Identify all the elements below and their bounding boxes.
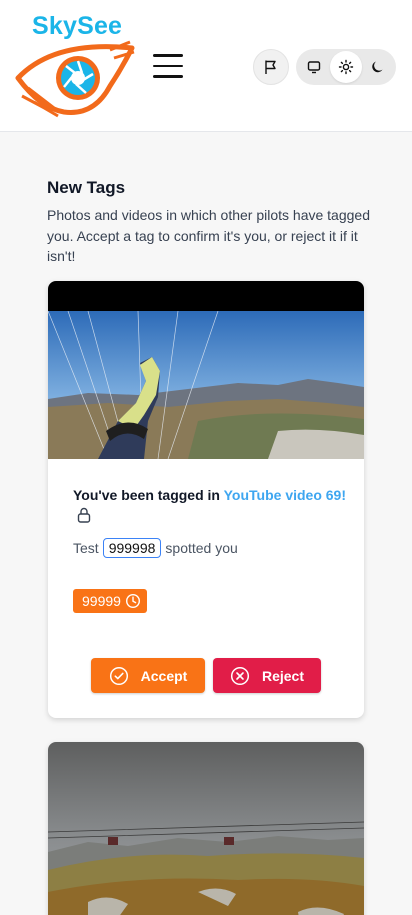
system-theme-button[interactable] (298, 51, 330, 83)
accept-button[interactable]: Accept (91, 658, 205, 693)
eye-aperture-icon (15, 40, 135, 118)
timestamp-badge: 99999 (73, 589, 147, 613)
light-theme-button[interactable] (330, 51, 362, 83)
monitor-icon (307, 61, 321, 74)
page-title: New Tags (47, 178, 126, 197)
skysee-logo[interactable]: SkySee (14, 12, 136, 118)
menu-line (153, 64, 183, 67)
report-flag-button[interactable] (253, 49, 289, 85)
reject-label: Reject (261, 667, 305, 684)
video-link[interactable]: YouTube video 69! (224, 487, 346, 503)
menu-line (153, 54, 183, 57)
spotter-id-field[interactable]: 999998 (102, 538, 162, 558)
tag-title-prefix: You've been tagged in (73, 487, 224, 503)
moon-icon (372, 61, 383, 73)
menu-line (153, 75, 183, 78)
video-header-bar (48, 281, 364, 311)
tag-card: You've been tagged in YouTube video 69! … (48, 281, 364, 718)
spotted-line: Test 999998 spotted you (73, 538, 238, 558)
accept-label: Accept (140, 667, 188, 684)
menu-button[interactable] (152, 54, 186, 78)
spotter-name: Test (73, 540, 99, 556)
sun-icon (338, 59, 354, 75)
top-header: SkySee (0, 0, 412, 132)
dark-theme-button[interactable] (362, 51, 394, 83)
flag-icon (265, 60, 276, 74)
reject-button[interactable]: Reject (213, 658, 321, 693)
spotted-suffix: spotted you (165, 540, 238, 556)
badge-value: 99999 (82, 593, 121, 609)
clock-icon (125, 593, 140, 609)
x-circle-icon (230, 666, 250, 685)
theme-switcher (296, 49, 396, 85)
check-circle-icon (109, 666, 128, 685)
tag-photo (48, 742, 364, 915)
tag-photo (48, 311, 364, 459)
logo-text: SkySee (32, 12, 123, 40)
section-description: Photos and videos in which other pilots … (47, 207, 370, 264)
lock-icon (77, 507, 91, 523)
tag-title: You've been tagged in YouTube video 69! (73, 485, 353, 526)
tag-card (48, 742, 364, 915)
